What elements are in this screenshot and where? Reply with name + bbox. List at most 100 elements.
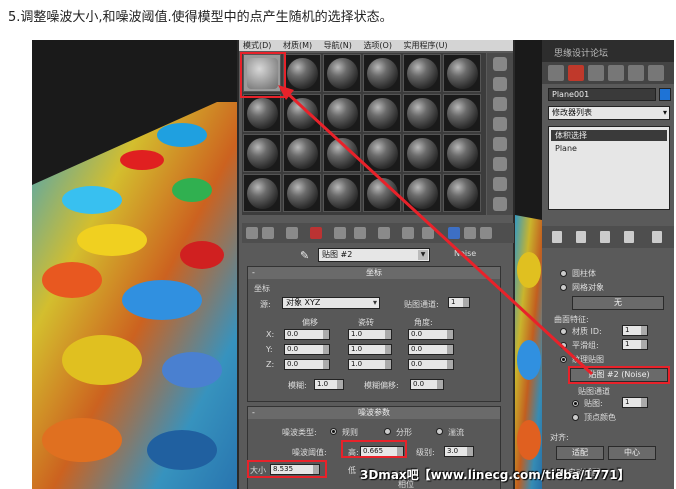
vertex-color-radio[interactable]: [572, 414, 579, 421]
y-angle-spinner[interactable]: 0.0: [408, 344, 454, 355]
texture-map-radio[interactable]: [560, 356, 567, 363]
get-material-icon[interactable]: [246, 227, 258, 239]
hierarchy-tab-icon[interactable]: [588, 65, 604, 81]
make-unique-icon[interactable]: [334, 227, 346, 239]
make-preview-icon[interactable]: [493, 157, 507, 171]
material-id-spinner[interactable]: 1: [622, 325, 648, 336]
sample-slot[interactable]: [283, 134, 321, 172]
menu-utilities[interactable]: 实用程序(U): [404, 41, 448, 50]
utilities-tab-icon[interactable]: [648, 65, 664, 81]
blur-offset-spinner[interactable]: 0.0: [410, 379, 444, 390]
put-to-library-icon[interactable]: [354, 227, 366, 239]
options-icon[interactable]: [493, 177, 507, 191]
sample-slot[interactable]: [443, 54, 481, 92]
sample-slot[interactable]: [443, 174, 481, 212]
sample-slot[interactable]: [363, 54, 401, 92]
reset-map-icon[interactable]: [310, 227, 322, 239]
menu-navigation[interactable]: 导航(N): [324, 41, 352, 50]
map-channel-radio[interactable]: [572, 400, 579, 407]
y-tiling-spinner[interactable]: 1.0: [348, 344, 392, 355]
motion-tab-icon[interactable]: [608, 65, 624, 81]
blur-spinner[interactable]: 1.0: [314, 379, 344, 390]
sample-slot[interactable]: [323, 174, 361, 212]
z-angle-spinner[interactable]: 0.0: [408, 359, 454, 370]
sample-slot[interactable]: [443, 94, 481, 132]
object-name-field[interactable]: Plane001: [548, 88, 656, 101]
background-icon[interactable]: [493, 97, 507, 111]
sample-slot[interactable]: [243, 134, 281, 172]
noise-type-turbulence-radio[interactable]: [436, 428, 443, 435]
z-offset-spinner[interactable]: 0.0: [284, 359, 330, 370]
display-tab-icon[interactable]: [628, 65, 644, 81]
map-channel-spinner[interactable]: 1: [448, 297, 470, 308]
video-check-icon[interactable]: [493, 137, 507, 151]
modifier-list-dropdown[interactable]: 修改器列表: [548, 106, 670, 120]
map-name-field[interactable]: 贴图 #2 ▼: [318, 248, 430, 262]
sample-slot[interactable]: [403, 54, 441, 92]
menu-material[interactable]: 材质(M): [283, 41, 312, 50]
x-offset-spinner[interactable]: 0.0: [284, 329, 330, 340]
make-unique-icon[interactable]: [600, 231, 610, 243]
pick-material-icon[interactable]: [480, 227, 492, 239]
z-tiling-spinner[interactable]: 1.0: [348, 359, 392, 370]
x-angle-spinner[interactable]: 0.0: [408, 329, 454, 340]
stack-item-volume-select[interactable]: 体积选择: [551, 130, 667, 141]
sample-slot[interactable]: [323, 54, 361, 92]
center-button[interactable]: 中心: [608, 446, 656, 460]
coordinates-rollout-header[interactable]: - 坐标: [248, 267, 500, 279]
source-dropdown[interactable]: 对象 XYZ: [282, 297, 380, 309]
sample-type-icon[interactable]: [493, 57, 507, 71]
material-id-radio[interactable]: [560, 328, 567, 335]
sample-slot[interactable]: [363, 174, 401, 212]
stack-item-plane[interactable]: Plane: [551, 143, 667, 154]
noise-type-fractal-radio[interactable]: [384, 428, 391, 435]
show-in-viewport-icon[interactable]: [402, 227, 414, 239]
none-button[interactable]: 无: [572, 296, 664, 310]
sample-slot[interactable]: [323, 94, 361, 132]
map-type-button[interactable]: Noise: [454, 249, 476, 258]
y-offset-spinner[interactable]: 0.0: [284, 344, 330, 355]
pin-stack-icon[interactable]: [552, 231, 562, 243]
eyedropper-icon[interactable]: ✎: [300, 249, 312, 262]
menu-mode[interactable]: 模式(D): [243, 41, 271, 50]
select-by-material-icon[interactable]: [493, 197, 507, 211]
sample-slot[interactable]: [283, 174, 321, 212]
show-end-result-icon[interactable]: [422, 227, 434, 239]
remove-modifier-icon[interactable]: [624, 231, 634, 243]
create-tab-icon[interactable]: [548, 65, 564, 81]
object-color-swatch[interactable]: [659, 88, 671, 101]
modify-tab-icon[interactable]: [568, 65, 584, 81]
sample-slot[interactable]: [403, 134, 441, 172]
fit-button[interactable]: 适配: [556, 446, 604, 460]
sample-slot[interactable]: [323, 134, 361, 172]
sample-slot[interactable]: [363, 94, 401, 132]
sample-slot[interactable]: [283, 54, 321, 92]
cylinder-radio[interactable]: [560, 270, 567, 277]
sample-slot[interactable]: [243, 174, 281, 212]
show-end-result-icon[interactable]: [576, 231, 586, 243]
smoothing-group-radio[interactable]: [560, 342, 567, 349]
go-forward-icon[interactable]: [464, 227, 476, 239]
sample-slot[interactable]: [443, 134, 481, 172]
map-channel-value-spinner[interactable]: 1: [622, 397, 648, 408]
smoothing-group-spinner[interactable]: 1: [622, 339, 648, 350]
menu-options[interactable]: 选项(O): [363, 41, 392, 50]
sample-slot[interactable]: [403, 94, 441, 132]
chevron-down-icon[interactable]: ▼: [418, 250, 428, 260]
configure-sets-icon[interactable]: [652, 231, 662, 243]
go-to-parent-icon[interactable]: [448, 227, 460, 239]
backlight-icon[interactable]: [493, 77, 507, 91]
noise-type-regular-radio[interactable]: [330, 428, 337, 435]
sample-slot[interactable]: [283, 94, 321, 132]
assign-to-selection-icon[interactable]: [286, 227, 298, 239]
noise-parameters-header[interactable]: - 噪波参数: [248, 407, 500, 419]
material-id-icon[interactable]: [378, 227, 390, 239]
sample-slot[interactable]: [243, 94, 281, 132]
mesh-object-radio[interactable]: [560, 284, 567, 291]
sample-slot[interactable]: [363, 134, 401, 172]
noise-levels-spinner[interactable]: 3.0: [444, 446, 474, 457]
sample-slot[interactable]: [403, 174, 441, 212]
uv-tiling-icon[interactable]: [493, 117, 507, 131]
put-to-scene-icon[interactable]: [262, 227, 274, 239]
x-tiling-spinner[interactable]: 1.0: [348, 329, 392, 340]
